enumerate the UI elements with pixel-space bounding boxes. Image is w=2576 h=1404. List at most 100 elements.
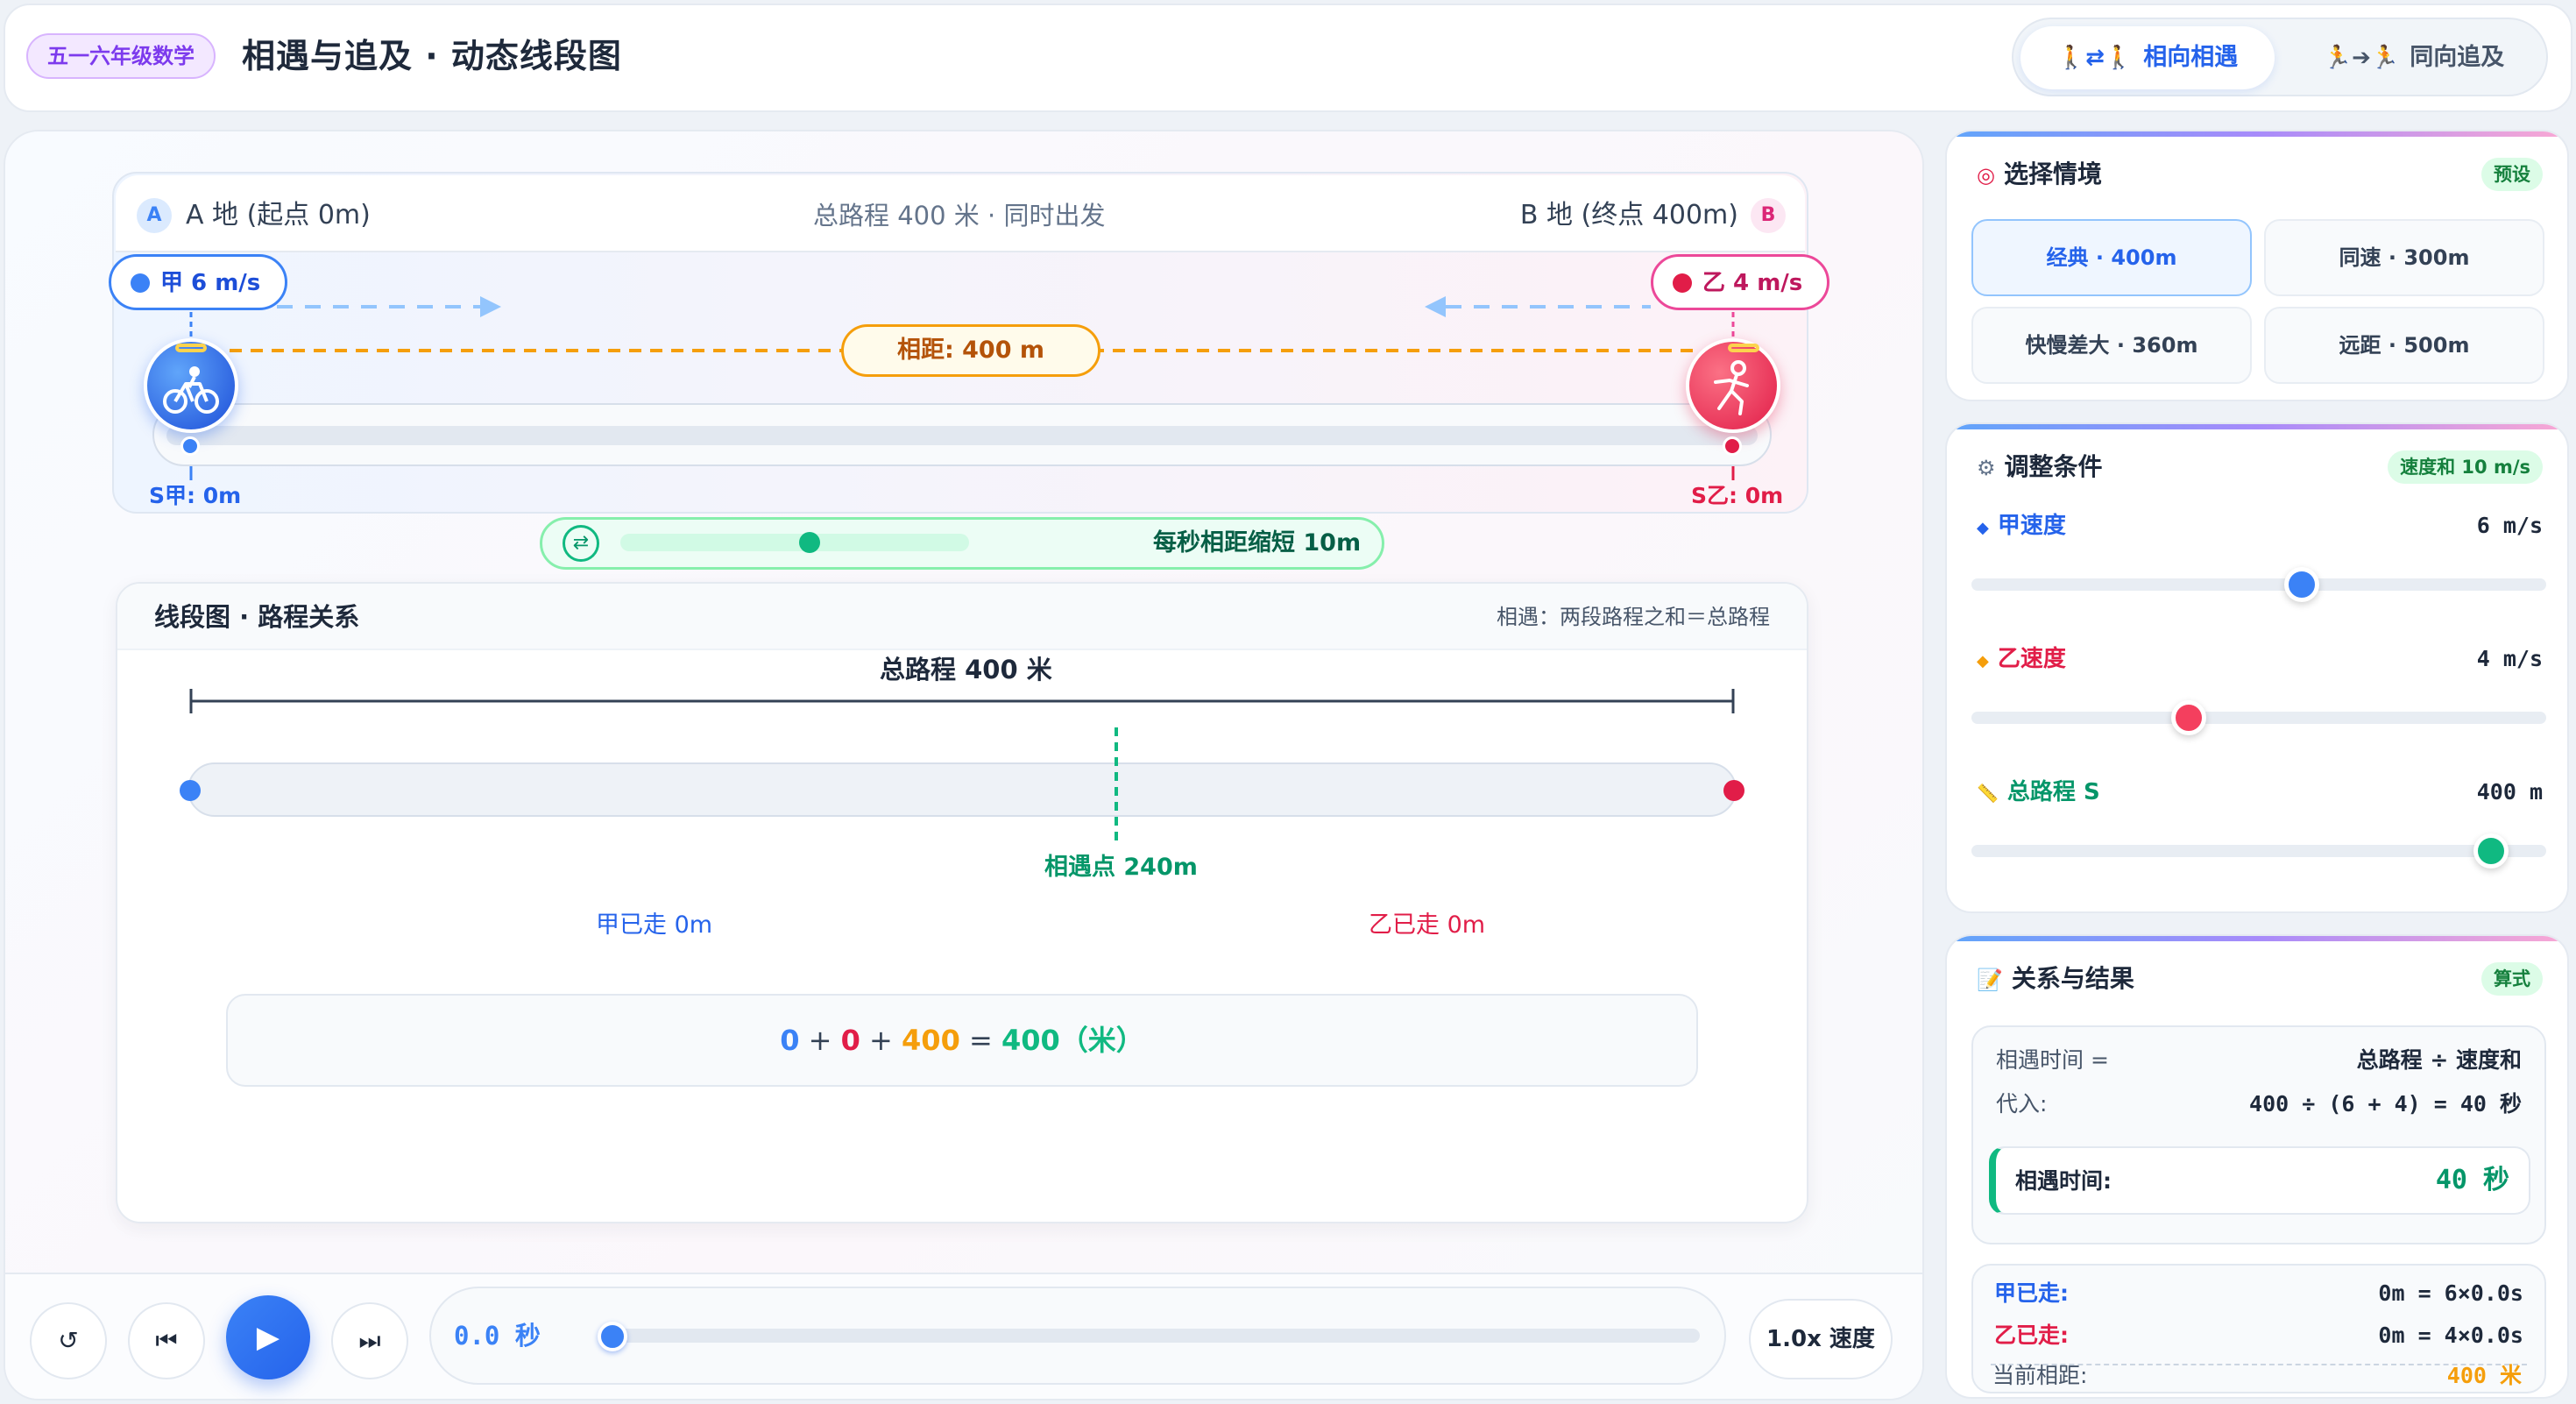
- scenario-badge: 预设: [2481, 158, 2543, 191]
- scenario-option-speed-gap[interactable]: 快慢差大 · 360m: [1971, 307, 2252, 384]
- jia-walked-label: 甲已走:: [1994, 1280, 2069, 1306]
- card-accent: [1947, 131, 2567, 137]
- scenario-option-same-speed[interactable]: 同速 · 300m: [2264, 219, 2544, 296]
- meet-time-value: 40 秒: [2435, 1165, 2509, 1195]
- cyclist-jia[interactable]: [144, 338, 238, 433]
- eq-gap-value: 400: [902, 1024, 960, 1057]
- eq-plus-2: +: [869, 1024, 893, 1057]
- diamond-icon: ◆: [1977, 519, 1989, 537]
- card-accent: [1947, 424, 2567, 429]
- distance-slider[interactable]: [1971, 845, 2546, 857]
- eq-yi-value: 0: [840, 1024, 860, 1057]
- position-label-yi: S乙: 0m: [1691, 483, 1784, 508]
- formula-badge: 算式: [2481, 962, 2543, 996]
- reset-button[interactable]: ↺: [30, 1302, 107, 1379]
- conditions-card: ⚙ 调整条件 速度和 10 m/s ◆ 甲速度 6 m/s ◆ 乙速度 4 m/s 📏…: [1945, 422, 2569, 913]
- card-accent: [1947, 936, 2567, 941]
- distance-thumb[interactable]: [2473, 833, 2509, 869]
- eq-jia-value: 0: [780, 1024, 800, 1057]
- segment-relation-text: 相遇：两段路程之和＝总路程: [1497, 605, 1770, 629]
- play-button[interactable]: ▶: [226, 1295, 310, 1379]
- speed-yi-slider[interactable]: [1971, 712, 2546, 724]
- speed-yi-text: 乙 4 m/s: [1702, 270, 1803, 296]
- meet-time-label: 相遇时间:: [2015, 1168, 2112, 1194]
- timeline-thumb[interactable]: [598, 1322, 627, 1351]
- speed-jia-label: ◆ 甲速度: [1977, 508, 2066, 546]
- speed-tag-yi: 乙 4 m/s: [1651, 254, 1830, 310]
- segment-diagram-title: 线段图 · 路程关系: [154, 602, 360, 632]
- road-lane: [166, 426, 1758, 445]
- mode-tabs: 🚶⇄🚶 相向相遇 🏃➔🏃 同向追及: [2012, 18, 2548, 96]
- tab-chase-label: 同向追及: [2410, 44, 2505, 71]
- eq-plus-1: +: [808, 1024, 832, 1057]
- result-title-text: 关系与结果: [2011, 964, 2134, 993]
- position-dot-yi: [1723, 436, 1742, 456]
- arrow-left-icon: [1425, 296, 1651, 317]
- speed-jia-slider[interactable]: [1971, 578, 2546, 591]
- diamond-icon: ◆: [1977, 652, 1989, 670]
- bicycle-icon: [163, 366, 219, 414]
- result-card: 📝 关系与结果 算式 相遇时间 = 总路程 ÷ 速度和 代入: 400 ÷ (6 …: [1945, 934, 2569, 1399]
- speed-tag-jia: 甲 6 m/s: [109, 254, 288, 310]
- halo-icon: [1728, 344, 1759, 352]
- time-readout: 0.0 秒: [454, 1321, 541, 1351]
- speed-jia-value: 6 m/s: [2476, 513, 2543, 538]
- speed-yi-thumb[interactable]: [2170, 700, 2206, 735]
- memo-icon: 📝: [1977, 968, 2003, 992]
- step-forward-button[interactable]: ⏭: [331, 1302, 408, 1379]
- playback-speed-button[interactable]: 1.0x 速度: [1749, 1299, 1893, 1379]
- speed-yi-label-text: 乙速度: [1997, 646, 2066, 672]
- closing-rate-track: [620, 534, 969, 551]
- distance-value: 400 m: [2476, 779, 2543, 805]
- arrow-right-icon: [277, 296, 501, 317]
- equation-box: 0 + 0 + 400 = 400（米）: [226, 994, 1698, 1087]
- jia-walked-value: 0m = 6×0.0s: [2378, 1280, 2523, 1306]
- meet-time-result: 相遇时间: 40 秒: [1989, 1146, 2530, 1215]
- ruler-icon: 📏: [1977, 783, 1999, 804]
- result-title: 📝 关系与结果: [1977, 961, 2134, 998]
- gear-icon: ⚙: [1977, 456, 1996, 480]
- closing-rate-dot: [799, 532, 820, 553]
- eq-total-value: 400（米）: [1001, 1024, 1144, 1057]
- speed-jia-thumb[interactable]: [2284, 567, 2320, 602]
- walked-jia-label: 甲已走 0m: [596, 911, 713, 939]
- total-bracket: [189, 689, 1735, 713]
- speed-sum-badge: 速度和 10 m/s: [2388, 450, 2543, 484]
- runners-icon: 🏃➔🏃: [2323, 45, 2400, 71]
- speed-jia-label-text: 甲速度: [1997, 513, 2066, 539]
- closing-rate-label: 每秒相距缩短 10m: [1153, 529, 1362, 557]
- tab-chase[interactable]: 🏃➔🏃 同向追及: [2287, 26, 2541, 89]
- eq-equals: =: [969, 1024, 993, 1057]
- scenario-title-text: 选择情境: [2003, 160, 2102, 188]
- meet-point-label: 相遇点 240m: [1044, 854, 1198, 881]
- scenario-option-classic[interactable]: 经典 · 400m: [1971, 219, 2252, 296]
- substitute-value: 400 ÷ (6 + 4) = 40 秒: [2249, 1091, 2522, 1117]
- distance-tag: 相距: 400 m: [841, 324, 1100, 377]
- scenario-option-far[interactable]: 远距 · 500m: [2264, 307, 2544, 384]
- tab-meet[interactable]: 🚶⇄🚶 相向相遇: [2020, 26, 2275, 89]
- runner-yi[interactable]: [1686, 338, 1780, 433]
- distance-label-text: 总路程 S: [2006, 779, 2100, 805]
- step-back-button[interactable]: ⏮: [128, 1302, 205, 1379]
- tab-meet-label: 相向相遇: [2143, 44, 2239, 71]
- timeline-slider[interactable]: [613, 1329, 1700, 1343]
- substitute-label: 代入:: [1996, 1091, 2048, 1117]
- formula-box: 相遇时间 = 总路程 ÷ 速度和 代入: 400 ÷ (6 + 4) = 40 …: [1971, 1025, 2546, 1244]
- yi-walked-value: 0m = 4×0.0s: [2378, 1322, 2523, 1348]
- speed-jia-text: 甲 6 m/s: [160, 270, 261, 296]
- speed-yi-label: ◆ 乙速度: [1977, 642, 2066, 679]
- walkers-icon: 🚶⇄🚶: [2056, 45, 2134, 71]
- current-distance-label: 当前相距:: [1992, 1363, 2088, 1388]
- yi-walked-label: 乙已走:: [1994, 1322, 2069, 1348]
- target-icon: ◎: [1977, 163, 1995, 188]
- halo-icon: [175, 344, 207, 352]
- meet-point-overlay: [1115, 727, 1118, 841]
- jia-dot: [131, 273, 150, 293]
- conditions-title: ⚙ 调整条件: [1977, 449, 2103, 486]
- conditions-title-text: 调整条件: [2004, 452, 2103, 481]
- formula-right: 总路程 ÷ 速度和: [2356, 1047, 2522, 1073]
- runner-icon: [1714, 360, 1749, 415]
- distance-label: 📏 总路程 S: [1977, 775, 2100, 811]
- position-label-jia: S甲: 0m: [149, 483, 242, 508]
- scenario-title: ◎ 选择情境: [1977, 156, 2102, 194]
